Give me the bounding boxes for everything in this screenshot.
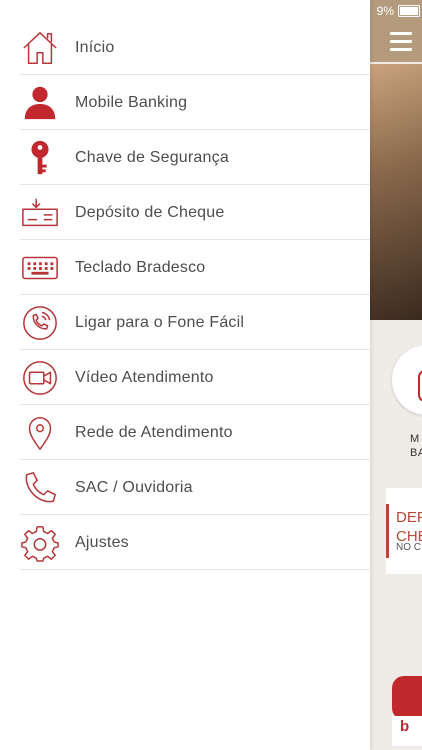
menu-item-label: Depósito de Cheque xyxy=(75,203,225,221)
menu-item-deposito-cheque[interactable]: Depósito de Cheque xyxy=(0,185,370,240)
menu-item-label: Rede de Atendimento xyxy=(75,423,233,441)
keyboard-icon xyxy=(20,248,60,288)
menu-item-mobile-banking[interactable]: Mobile Banking xyxy=(0,75,370,130)
user-icon xyxy=(20,83,60,123)
shortcut-label-line1: M xyxy=(410,433,420,445)
logo-text: b xyxy=(400,718,410,735)
card-title-line1: DEP xyxy=(396,509,422,526)
menu-item-sac-ouvidoria[interactable]: SAC / Ouvidoria xyxy=(0,460,370,515)
menu-item-label: Teclado Bradesco xyxy=(75,258,206,276)
drawer-menu: Início Mobile Banking Chave de Segurança… xyxy=(0,20,370,570)
gear-icon xyxy=(20,523,60,563)
menu-item-label: Ajustes xyxy=(75,533,129,551)
battery-icon xyxy=(398,5,420,17)
battery-percentage: 9% xyxy=(376,4,394,18)
side-drawer: Início Mobile Banking Chave de Segurança… xyxy=(0,0,370,750)
check-deposit-icon xyxy=(20,193,60,233)
home-icon xyxy=(20,28,60,68)
menu-item-chave-seguranca[interactable]: Chave de Segurança xyxy=(0,130,370,185)
menu-item-ajustes[interactable]: Ajustes xyxy=(0,515,370,570)
menu-item-fone-facil[interactable]: Ligar para o Fone Fácil xyxy=(0,295,370,350)
video-camera-icon xyxy=(20,358,60,398)
phone-icon xyxy=(20,468,60,508)
deposit-check-card[interactable]: DEP CHE NO C xyxy=(386,488,422,574)
background-app[interactable]: 9% M BA DEP CHE NO C b xyxy=(370,0,422,750)
menu-item-label: Vídeo Atendimento xyxy=(75,368,214,386)
menu-item-rede-atendimento[interactable]: Rede de Atendimento xyxy=(0,405,370,460)
hero-photo xyxy=(370,64,422,320)
menu-item-inicio[interactable]: Início xyxy=(0,20,370,75)
key-icon xyxy=(20,138,60,178)
menu-item-label: Chave de Segurança xyxy=(75,148,229,166)
menu-item-label: SAC / Ouvidoria xyxy=(75,478,193,496)
phone-circle-icon xyxy=(20,303,60,343)
hamburger-menu-icon[interactable] xyxy=(390,32,412,56)
card-subtitle: NO C xyxy=(396,542,421,553)
shortcut-label: M BA xyxy=(410,432,422,460)
menu-item-label: Ligar para o Fone Fácil xyxy=(75,313,245,331)
menu-item-label: Mobile Banking xyxy=(75,93,188,111)
bradesco-logo: b xyxy=(392,716,422,746)
menu-item-teclado-bradesco[interactable]: Teclado Bradesco xyxy=(0,240,370,295)
menu-item-video-atendimento[interactable]: Vídeo Atendimento xyxy=(0,350,370,405)
card-accent xyxy=(386,504,389,558)
shortcut-label-line2: BA xyxy=(410,447,422,459)
user-icon xyxy=(418,370,422,402)
status-bar: 9% xyxy=(370,0,422,22)
floating-action-button[interactable] xyxy=(392,676,422,720)
menu-item-label: Início xyxy=(75,38,115,56)
card-title: DEP CHE xyxy=(396,508,422,546)
location-pin-icon xyxy=(20,413,60,453)
